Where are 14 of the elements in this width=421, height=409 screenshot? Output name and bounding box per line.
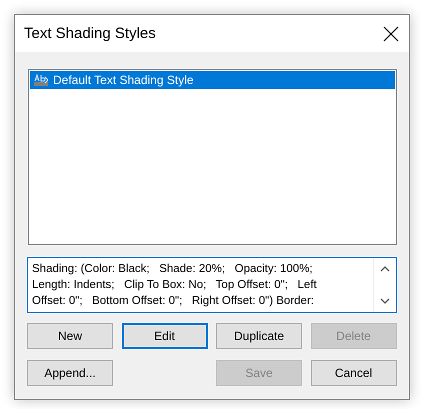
style-item[interactable]: Default Text Shading Style <box>30 71 395 89</box>
close-icon <box>383 26 399 42</box>
text-style-icon <box>34 74 48 86</box>
scroll-up-icon[interactable] <box>380 266 390 272</box>
close-button[interactable] <box>383 26 399 42</box>
dialog-button[interactable]: Cancel <box>310 360 396 386</box>
scroll-down-icon[interactable] <box>380 298 390 304</box>
dialog-button[interactable]: New <box>27 323 113 349</box>
dialog-button[interactable]: Edit <box>122 323 208 349</box>
style-label: Default Text Shading Style <box>53 73 194 87</box>
dialog-button[interactable]: Append... <box>27 360 113 386</box>
dialog-button[interactable]: Duplicate <box>216 323 302 349</box>
style-description: Shading: (Color: Black; Shade: 20%; Opacity: 100%; Length: Indents; Clip To Box: No; Top Offset: 0"; Left Offset: 0"; Bottom Offset: 0"; Right Offset: 0") Border: <box>31 262 318 309</box>
window-title: Text Shading Styles <box>24 25 156 42</box>
